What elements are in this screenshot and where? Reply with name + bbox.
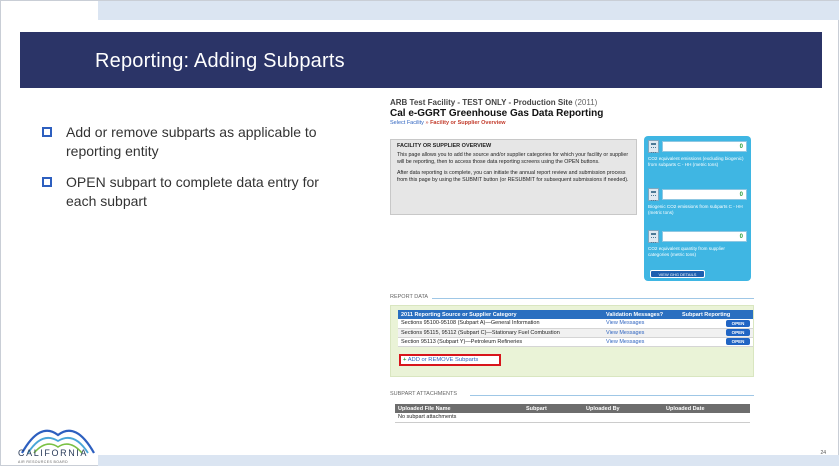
overview-panel: FACILITY OR SUPPLIER OVERVIEW This page …	[390, 139, 637, 215]
view-messages-link[interactable]: View Messages	[606, 330, 644, 336]
category-cell: Sections 95115, 95112 (Subpart C)—Statio…	[398, 328, 603, 338]
view-ghg-details-button[interactable]: VIEW GHG DETAILS	[650, 270, 705, 278]
column-header: Subpart Reporting	[679, 310, 753, 319]
bullet-text: OPEN subpart to complete data entry for …	[66, 174, 319, 209]
divider	[432, 298, 754, 299]
divider	[470, 395, 754, 396]
calculator-icon	[648, 188, 659, 201]
slide: Reporting: Adding Subparts Add or remove…	[0, 0, 839, 466]
table-row: Sections 95100-95108 (Subpart A)—General…	[398, 319, 753, 329]
logo-wordmark: CALIFORNIA	[18, 448, 89, 458]
column-header: Uploaded Date	[663, 404, 750, 413]
app-title: Cal e-GGRT Greenhouse Gas Data Reporting	[390, 108, 604, 119]
table-row: Section 95113 (Subpart Y)—Petroleum Refi…	[398, 337, 753, 347]
calculator-icon	[648, 140, 659, 153]
open-subpart-button[interactable]: OPEN	[726, 329, 750, 336]
metric-label: CO2 equivalent emissions (excluding biog…	[648, 156, 744, 167]
metric-value: 0	[662, 141, 747, 152]
bullet-text: Add or remove subparts as applicable to …	[66, 124, 317, 159]
square-bullet-icon	[42, 177, 52, 187]
column-header: Subpart	[523, 404, 583, 413]
report-data-table: 2011 Reporting Source or Supplier Catego…	[398, 310, 753, 347]
open-subpart-button[interactable]: OPEN	[726, 319, 750, 327]
open-subpart-button[interactable]: OPEN	[726, 338, 750, 345]
metric-value: 0	[662, 231, 747, 242]
table-row: No subpart attachments	[395, 413, 750, 423]
square-bullet-icon	[42, 127, 52, 137]
column-header: Uploaded By	[583, 404, 663, 413]
metric-biogenic-co2: 0 Biogenic CO2 emissions from subparts C…	[648, 188, 747, 216]
breadcrumb: Select Facility » Facility or Supplier O…	[390, 120, 506, 126]
category-cell: Section 95113 (Subpart Y)—Petroleum Refi…	[398, 337, 603, 347]
logo-subtitle: AIR RESOURCES BOARD	[18, 460, 68, 464]
breadcrumb-current: Facility or Supplier Overview	[430, 120, 506, 126]
add-remove-subparts-link[interactable]: + ADD or REMOVE Subparts	[399, 354, 501, 366]
calculator-icon	[648, 230, 659, 243]
breadcrumb-link-select-facility[interactable]: Select Facility	[390, 120, 424, 126]
bottom-accent-strip	[98, 455, 839, 466]
column-header: 2011 Reporting Source or Supplier Catego…	[398, 310, 603, 319]
emissions-summary-panel: 0 CO2 equivalent emissions (excluding bi…	[644, 136, 751, 281]
column-header: Uploaded File Name	[395, 404, 523, 413]
report-data-panel: 2011 Reporting Source or Supplier Catego…	[390, 305, 754, 377]
metric-label: Biogenic CO2 emissions from subparts C -…	[648, 204, 743, 215]
facility-year: (2011)	[574, 98, 598, 107]
subpart-attachments-heading: SUBPART ATTACHMENTS	[390, 391, 458, 397]
page-number: 24	[820, 450, 826, 456]
attachments-table: Uploaded File Name Subpart Uploaded By U…	[395, 404, 750, 423]
metric-label: CO2 equivalent quantity from supplier ca…	[648, 246, 725, 257]
metric-supplier-co2e: 0 CO2 equivalent quantity from supplier …	[648, 230, 747, 258]
view-messages-link[interactable]: View Messages	[606, 320, 644, 326]
top-accent-strip	[98, 1, 839, 20]
empty-attachments-text: No subpart attachments	[395, 413, 750, 423]
bullet-item: OPEN subpart to complete data entry for …	[42, 173, 332, 211]
metric-co2e-emissions: 0 CO2 equivalent emissions (excluding bi…	[648, 140, 747, 168]
bullet-list: Add or remove subparts as applicable to …	[42, 123, 332, 223]
report-data-heading: REPORT DATA	[390, 294, 429, 300]
breadcrumb-separator: »	[425, 120, 429, 126]
table-row: Sections 95115, 95112 (Subpart C)—Statio…	[398, 328, 753, 338]
overview-text: This page allows you to add the source a…	[397, 152, 629, 165]
table-header-row: Uploaded File Name Subpart Uploaded By U…	[395, 404, 750, 413]
metric-value: 0	[662, 189, 747, 200]
view-messages-link[interactable]: View Messages	[606, 339, 644, 345]
app-screenshot: ARB Test Facility - TEST ONLY - Producti…	[388, 96, 755, 441]
bullet-item: Add or remove subparts as applicable to …	[42, 123, 332, 161]
table-header-row: 2011 Reporting Source or Supplier Catego…	[398, 310, 753, 319]
overview-heading: FACILITY OR SUPPLIER OVERVIEW	[397, 143, 492, 149]
slide-title: Reporting: Adding Subparts	[95, 50, 345, 72]
plus-icon: +	[403, 357, 407, 363]
facility-name: ARB Test Facility - TEST ONLY - Producti…	[390, 98, 598, 107]
column-header: Validation Messages?	[603, 310, 679, 319]
overview-text: After data reporting is complete, you ca…	[397, 170, 629, 183]
category-cell: Sections 95100-95108 (Subpart A)—General…	[398, 319, 603, 329]
